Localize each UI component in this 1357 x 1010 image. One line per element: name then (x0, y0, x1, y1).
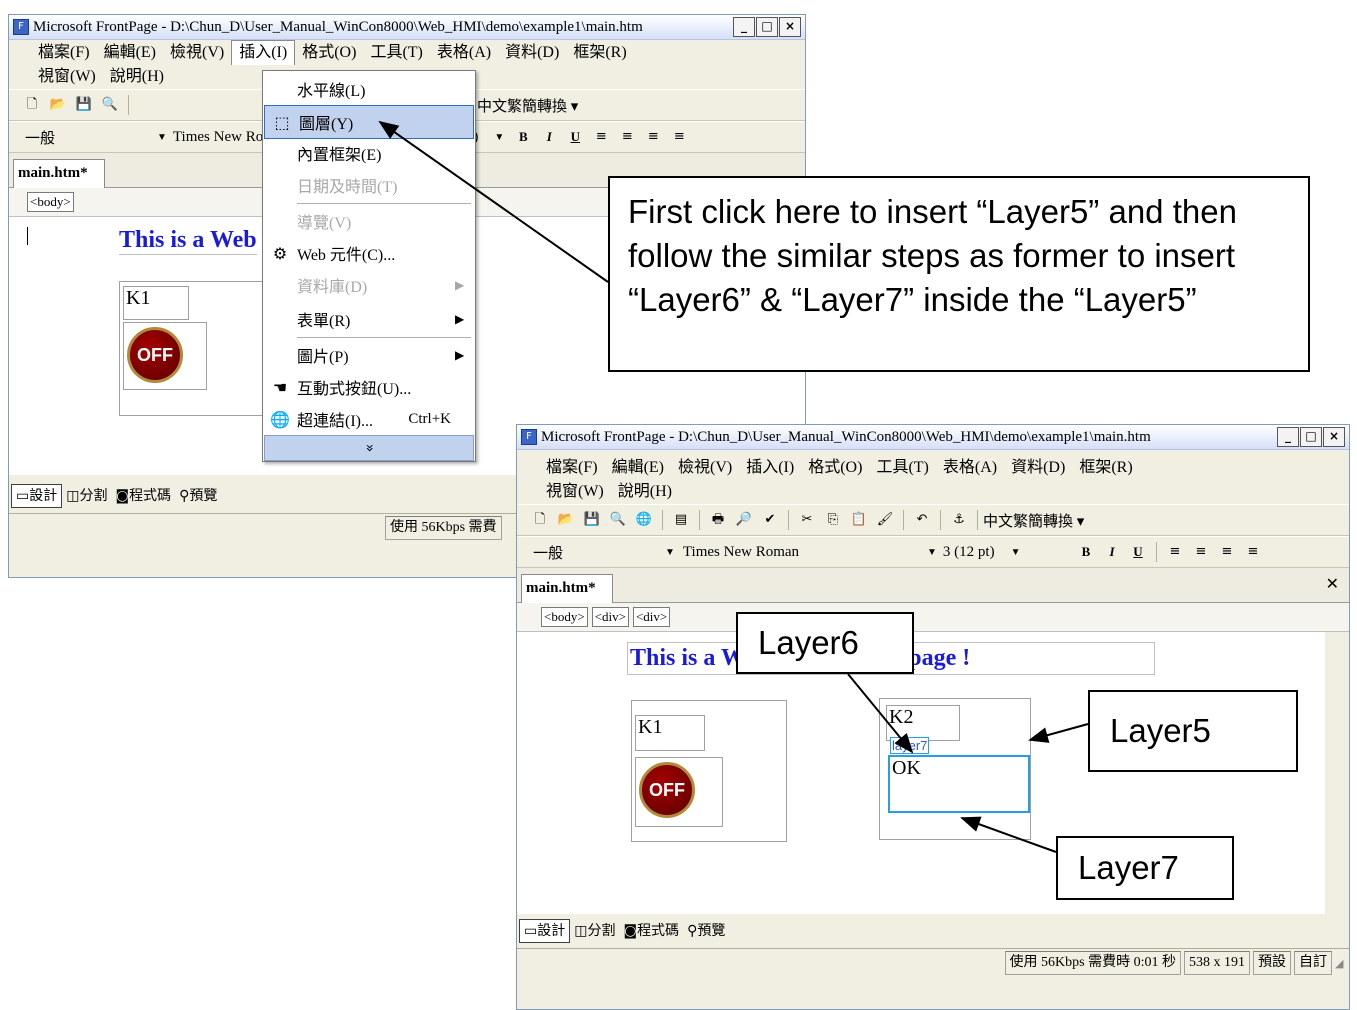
arrow-to-layer6 (847, 673, 914, 754)
annotation-arrows (378, 120, 1089, 853)
arrow-to-layer7 (960, 816, 1057, 853)
arrow-to-layer-menu (378, 120, 609, 283)
arrow-to-layer5 (1028, 723, 1089, 743)
